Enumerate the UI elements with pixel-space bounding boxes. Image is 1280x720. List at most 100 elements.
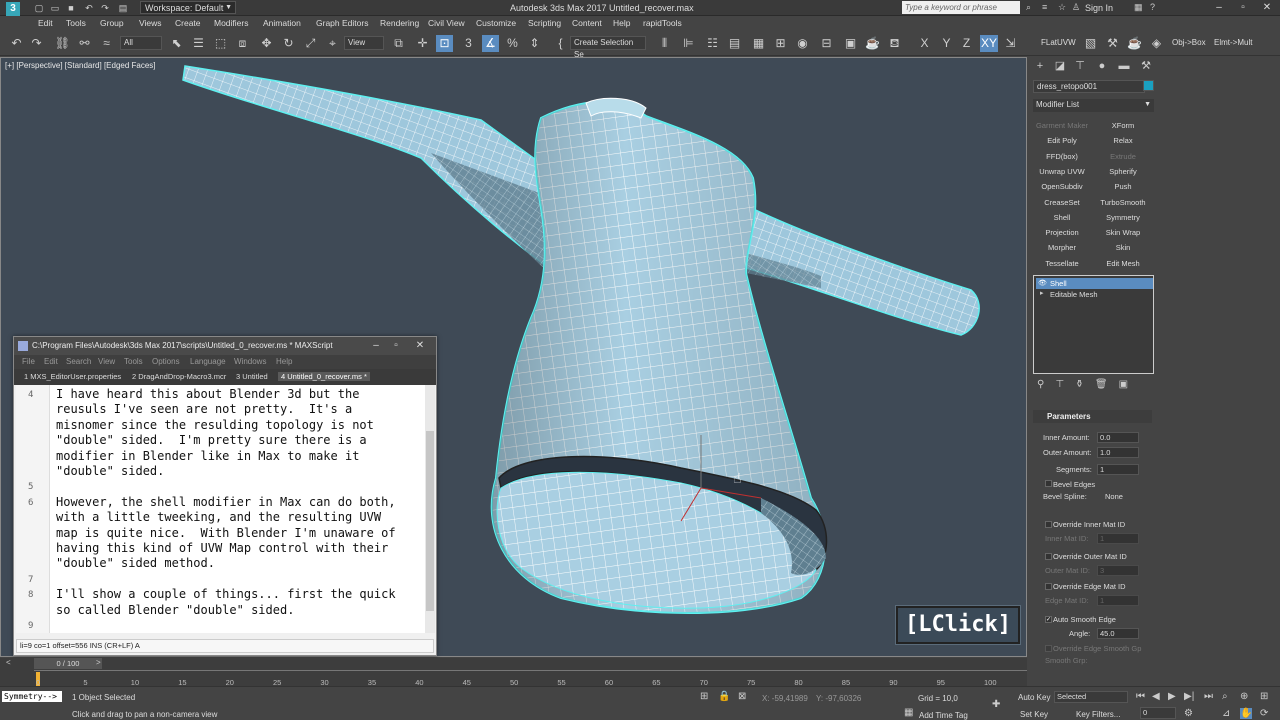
teapot-icon[interactable]: ☕ (1126, 35, 1143, 52)
undo-icon[interactable]: ↶ (84, 3, 94, 13)
select-manipulate-icon[interactable]: ✛ (414, 35, 431, 52)
menu-civil-view[interactable]: Civil View (428, 18, 465, 28)
undo-icon[interactable]: ↶ (8, 35, 25, 52)
ms-menu-tools[interactable]: Tools (124, 357, 143, 366)
axis-z-button[interactable]: Z (958, 35, 975, 52)
user-icon[interactable]: ♙ (1072, 2, 1080, 13)
utilities-tab-icon[interactable]: ⚒ (1139, 59, 1153, 73)
named-selection-dropdown[interactable]: Create Selection Se (570, 36, 646, 59)
bevel-edges-checkbox[interactable] (1045, 480, 1052, 487)
code-line[interactable]: "double" sided. (56, 464, 164, 479)
cart-icon[interactable]: ▦ (1134, 2, 1143, 13)
set-key-button[interactable]: Set Key (1020, 710, 1048, 719)
modifier-button-turbosmooth[interactable]: TurboSmooth (1094, 196, 1152, 209)
scrollbar-thumb[interactable] (426, 431, 434, 611)
project-folder-icon[interactable]: ▤ (118, 3, 128, 13)
lock-selection-icon[interactable]: 🔒 (718, 691, 730, 702)
time-slider-right-icon[interactable]: > (96, 658, 101, 667)
code-line[interactable]: However, the shell modifier in Max can d… (56, 495, 396, 510)
flatuvw-button[interactable]: FLatUVW (1041, 38, 1076, 47)
code-line[interactable]: with a little tweeking, and the resultin… (56, 510, 381, 525)
hierarchy-tab-icon[interactable]: ⊤ (1073, 59, 1087, 73)
ms-tab-4[interactable]: 4 Untitled_0_recover.ms * (278, 372, 370, 381)
display-tab-icon[interactable]: ▬ (1117, 59, 1131, 73)
menu-edit[interactable]: Edit (38, 18, 53, 28)
code-line[interactable]: map is quite nice. With Blender I'm unaw… (56, 526, 396, 541)
render-icon[interactable]: ☕ (864, 35, 881, 52)
scale-icon[interactable]: ⤢ (302, 35, 319, 52)
override-inner-checkbox[interactable] (1045, 521, 1052, 528)
key-icon[interactable]: ✚ (992, 699, 1000, 710)
menu-rapidtools[interactable]: rapidTools (643, 18, 682, 28)
redo-icon[interactable]: ↷ (100, 3, 110, 13)
percent-snap-icon[interactable]: % (504, 35, 521, 52)
override-outer-checkbox[interactable] (1045, 553, 1052, 560)
menu-group[interactable]: Group (100, 18, 124, 28)
maxscript-listener-field[interactable]: Symmetry--> (2, 691, 62, 702)
modifier-button-ffd-box-[interactable]: FFD(box) (1033, 150, 1091, 163)
code-editor[interactable]: 4 5 6 7 8 9 I have heard this about Blender 3… (16, 385, 425, 633)
modifier-button-skin[interactable]: Skin (1094, 241, 1152, 254)
rectangular-selection-icon[interactable]: ⬚ (212, 35, 229, 52)
expand-icon[interactable]: ▸ (1040, 289, 1044, 297)
bind-space-warp-icon[interactable]: ≈ (98, 35, 115, 52)
move-icon[interactable]: ✥ (258, 35, 275, 52)
link-icon[interactable]: ⛓ (54, 35, 71, 52)
ms-tab-3[interactable]: 3 Untitled (236, 372, 268, 381)
menu-create[interactable]: Create (175, 18, 201, 28)
auto-smooth-checkbox[interactable]: ✓ (1045, 616, 1052, 623)
window-crossing-icon[interactable]: ⧈ (234, 35, 251, 52)
menu-tools[interactable]: Tools (66, 18, 86, 28)
modifier-button-unwrap-uvw[interactable]: Unwrap UVW (1033, 165, 1091, 178)
ms-menu-language[interactable]: Language (190, 357, 226, 366)
ms-menu-file[interactable]: File (22, 357, 35, 366)
ms-menu-edit[interactable]: Edit (44, 357, 58, 366)
modifier-button-xform[interactable]: XForm (1094, 119, 1152, 132)
zoom-extents-icon[interactable]: ⊞ (1260, 691, 1268, 702)
transform-mode-icon[interactable]: ⊠ (738, 691, 746, 702)
override-edge-checkbox[interactable] (1045, 583, 1052, 590)
modifier-button-push[interactable]: Push (1094, 180, 1152, 193)
material-editor-icon[interactable]: ◉ (794, 35, 811, 52)
show-end-result-icon[interactable]: ⊤ (1055, 379, 1064, 390)
current-frame-field[interactable]: 0 (1140, 707, 1176, 719)
code-line[interactable]: "double" sided. I'm pretty sure there is… (56, 433, 367, 448)
auto-key-button[interactable]: Auto Key (1018, 693, 1050, 702)
keyboard-shortcut-override-icon[interactable]: ⊡ (436, 35, 453, 52)
field-of-view-icon[interactable]: ⊿ (1222, 708, 1230, 719)
modifier-button-creaseset[interactable]: CreaseSet (1033, 196, 1091, 209)
mirror-icon[interactable]: ⫴ (656, 35, 673, 52)
modifier-list-dropdown[interactable]: Modifier List ▼ (1033, 99, 1154, 112)
angle-snap-icon[interactable]: ∡ (482, 35, 499, 52)
modifier-button-spherify[interactable]: Spherify (1094, 165, 1152, 178)
menu-modifiers[interactable]: Modifiers (214, 18, 248, 28)
pivot-center-icon[interactable]: ⧉ (390, 35, 407, 52)
time-tag-icon[interactable]: ▦ (904, 707, 913, 718)
code-line[interactable]: reusuls I've seen are not pretty. It's a (56, 402, 352, 417)
motion-tab-icon[interactable]: ● (1095, 59, 1109, 73)
axis-x-button[interactable]: X (916, 35, 933, 52)
modify-tab-icon[interactable]: ◪ (1053, 59, 1067, 73)
minimize-icon[interactable]: – (1212, 1, 1226, 14)
place-icon[interactable]: ⌖ (324, 35, 341, 52)
ms-menu-windows[interactable]: Windows (234, 357, 266, 366)
ms-menu-view[interactable]: View (98, 357, 115, 366)
modifier-button-projection[interactable]: Projection (1033, 226, 1091, 239)
add-time-tag[interactable]: Add Time Tag (919, 711, 968, 720)
ms-menu-search[interactable]: Search (66, 357, 91, 366)
bevel-spline-button[interactable]: None (1105, 492, 1123, 501)
pan-view-icon[interactable]: ✋ (1240, 708, 1253, 719)
time-slider[interactable]: 0 / 100 (34, 658, 102, 669)
inner-amount-spinner[interactable]: 0.0 (1097, 432, 1139, 443)
y-coordinate-field[interactable]: Y: -97,60326 (816, 694, 861, 703)
parameters-rollout[interactable]: Parameters (1033, 410, 1152, 423)
tool-icon[interactable]: ⚒ (1104, 35, 1121, 52)
time-slider-left-icon[interactable]: < (6, 658, 11, 667)
modifier-button-opensubdiv[interactable]: OpenSubdiv (1033, 180, 1091, 193)
modifier-button-shell[interactable]: Shell (1033, 211, 1091, 224)
modifier-button-symmetry[interactable]: Symmetry (1094, 211, 1152, 224)
code-line[interactable]: "double" sided method. (56, 556, 215, 571)
modifier-button-edit-poly[interactable]: Edit Poly (1033, 134, 1091, 147)
code-line[interactable]: so called Blender "double" sided. (56, 603, 294, 618)
menu-scripting[interactable]: Scripting (528, 18, 561, 28)
